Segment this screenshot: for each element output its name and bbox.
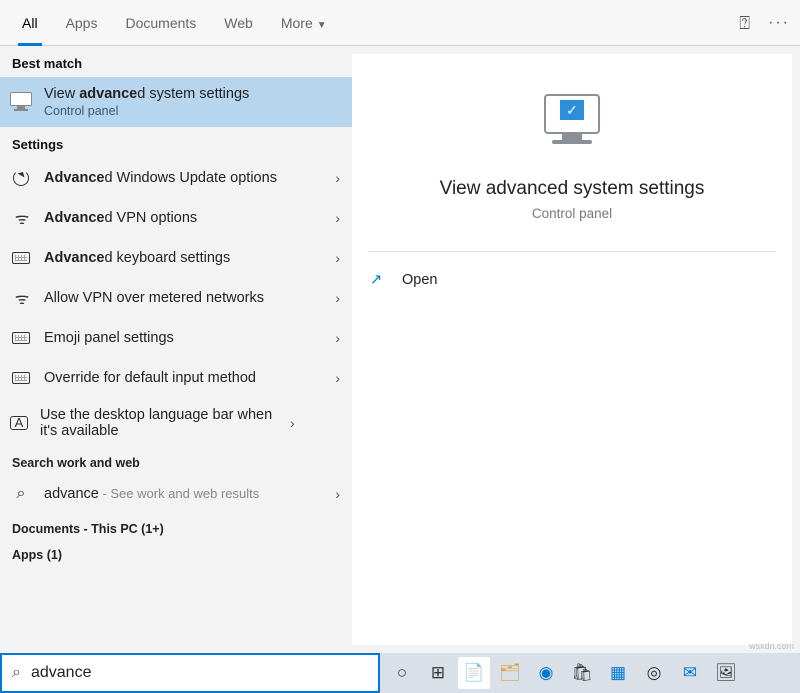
best-match-title-pre: View [44, 86, 79, 102]
settings-item-override-input[interactable]: Override for default input method › [0, 358, 352, 398]
search-tabs: All Apps Documents Web More▼ ⍰ ··· [0, 0, 800, 46]
chevron-right-icon: › [335, 486, 340, 502]
watermark: wsxdn.com [749, 641, 794, 651]
refresh-icon [10, 167, 32, 189]
search-results-body: Best match View advanced system settings… [0, 46, 800, 653]
tab-more[interactable]: More▼ [267, 0, 341, 46]
feedback-icon[interactable]: ⍰ [739, 13, 750, 34]
section-best-match: Best match [0, 46, 352, 77]
settings-item-update[interactable]: Advanced Windows Update options › [0, 158, 352, 198]
chevron-right-icon: › [290, 415, 295, 431]
search-box[interactable]: ⌕ [0, 653, 380, 693]
taskbar-app-notepad[interactable]: 📄 [458, 657, 490, 689]
taskbar-app-store[interactable]: 🛍 [566, 657, 598, 689]
chevron-right-icon: › [335, 210, 340, 226]
taskbar-app-gallery[interactable]: 🖼 [710, 657, 742, 689]
search-input[interactable] [31, 664, 368, 682]
settings-item-vpn[interactable]: ᯤ Advanced VPN options › [0, 198, 352, 238]
chevron-right-icon: › [335, 370, 340, 386]
section-apps[interactable]: Apps (1) [0, 540, 352, 566]
chevron-right-icon: › [335, 170, 340, 186]
best-match-title-post: d system settings [137, 86, 249, 102]
settings-item-language-bar[interactable]: A Use the desktop language bar when it's… [0, 398, 352, 448]
search-icon: ⌕ [10, 483, 32, 505]
more-options-icon[interactable]: ··· [768, 14, 790, 32]
best-match-title-bold: advance [79, 86, 137, 102]
computer-icon [10, 91, 32, 113]
open-action[interactable]: ↗ Open [368, 264, 776, 296]
keyboard-icon [10, 367, 32, 389]
open-label: Open [402, 272, 437, 288]
keyboard-icon [10, 327, 32, 349]
taskbar-app-edge[interactable]: ◉ [530, 657, 562, 689]
taskbar-app-mail[interactable]: ✉ [674, 657, 706, 689]
computer-icon: ✓ [537, 94, 607, 154]
chevron-down-icon: ▼ [317, 20, 327, 31]
settings-item-emoji[interactable]: Emoji panel settings › [0, 318, 352, 358]
chevron-right-icon: › [335, 330, 340, 346]
chevron-right-icon: › [335, 290, 340, 306]
cortana-icon[interactable]: ○ [386, 657, 418, 689]
task-view-icon[interactable]: ⊞ [422, 657, 454, 689]
section-documents[interactable]: Documents - This PC (1+) [0, 514, 352, 540]
results-list: Best match View advanced system settings… [0, 46, 352, 653]
taskbar: ○ ⊞ 📄 🗂 ◉ 🛍 ▦ ◎ ✉ 🖼 [380, 653, 800, 693]
best-match-item[interactable]: View advanced system settings Control pa… [0, 77, 352, 127]
section-search-work-web: Search work and web [0, 448, 352, 474]
chevron-right-icon: › [335, 250, 340, 266]
language-icon: A [10, 416, 28, 430]
tab-web[interactable]: Web [210, 0, 267, 46]
tab-all[interactable]: All [8, 0, 52, 46]
preview-title: View advanced system settings [440, 178, 705, 200]
settings-item-vpn-metered[interactable]: ᯤ Allow VPN over metered networks › [0, 278, 352, 318]
preview-pane: ✓ View advanced system settings Control … [352, 54, 792, 645]
tab-documents[interactable]: Documents [111, 0, 210, 46]
keyboard-icon [10, 247, 32, 269]
settings-item-keyboard[interactable]: Advanced keyboard settings › [0, 238, 352, 278]
vpn-icon: ᯤ [10, 287, 32, 309]
open-icon: ↗ [370, 272, 388, 288]
tab-apps[interactable]: Apps [52, 0, 112, 46]
taskbar-app-photos[interactable]: ▦ [602, 657, 634, 689]
best-match-sub: Control panel [44, 104, 340, 118]
divider [368, 251, 776, 252]
taskbar-app-chrome[interactable]: ◎ [638, 657, 670, 689]
preview-sub: Control panel [440, 206, 705, 221]
vpn-icon: ᯤ [10, 207, 32, 229]
search-icon: ⌕ [12, 664, 21, 682]
taskbar-app-explorer[interactable]: 🗂 [494, 657, 526, 689]
web-search-item[interactable]: ⌕ advance - See work and web results › [0, 474, 352, 514]
section-settings: Settings [0, 127, 352, 158]
